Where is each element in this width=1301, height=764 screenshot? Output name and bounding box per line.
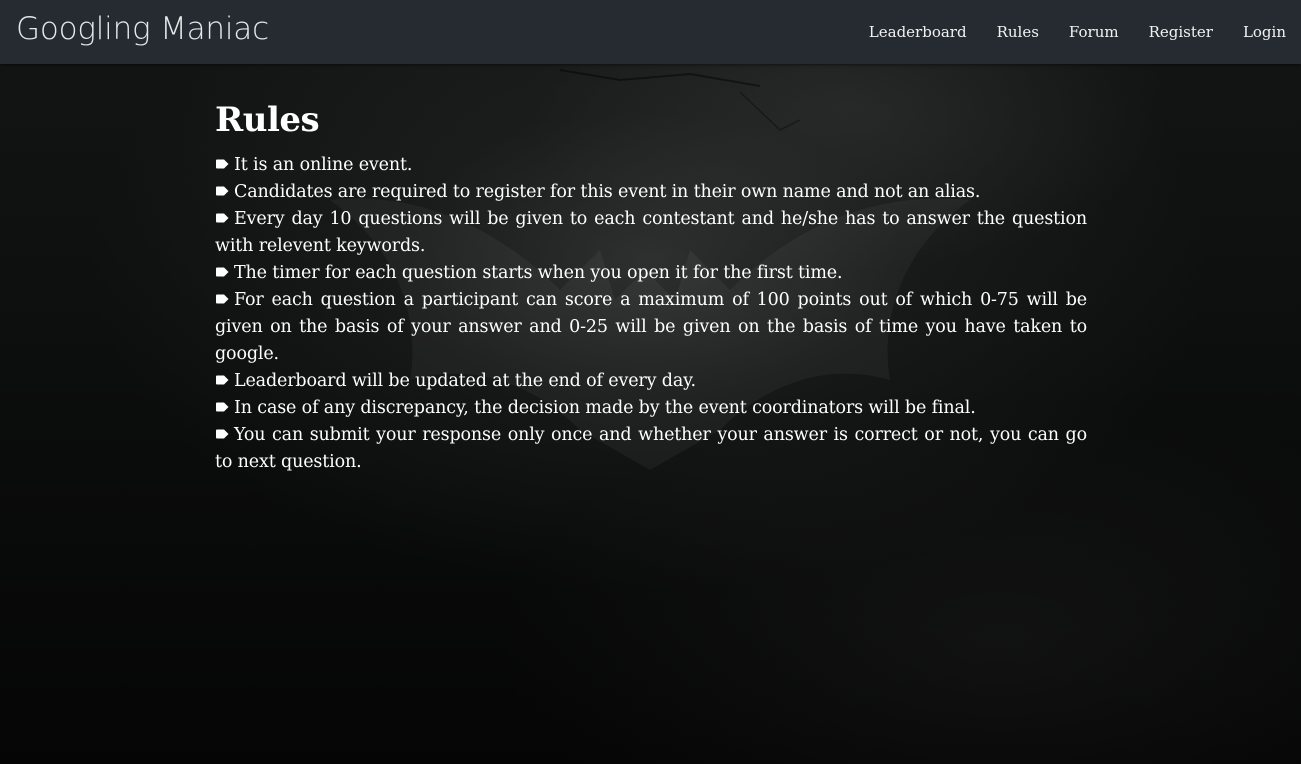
- rules-list: It is an online event. Candidates are re…: [215, 152, 1087, 476]
- nav-link-login[interactable]: Login: [1243, 23, 1286, 41]
- rule-text: Candidates are required to register for …: [234, 182, 981, 202]
- rule-item: You can submit your response only once a…: [215, 422, 1087, 476]
- nav-link-forum[interactable]: Forum: [1069, 23, 1119, 41]
- pointing-tag-icon: [216, 429, 229, 439]
- pointing-tag-icon: [216, 159, 229, 169]
- brand-logo-link[interactable]: Googling Maniac: [16, 11, 269, 47]
- rule-item: It is an online event.: [215, 152, 1087, 179]
- rule-text: Every day 10 questions will be given to …: [215, 209, 1087, 256]
- rules-section: Rules It is an online event. Candidates …: [215, 96, 1087, 476]
- rule-text: You can submit your response only once a…: [215, 425, 1087, 472]
- top-navbar: Googling Maniac Leaderboard Rules Forum …: [0, 0, 1301, 64]
- nav-link-leaderboard[interactable]: Leaderboard: [869, 23, 967, 41]
- rule-item: For each question a participant can scor…: [215, 287, 1087, 368]
- rule-text: It is an online event.: [234, 155, 413, 175]
- rule-text: For each question a participant can scor…: [215, 290, 1087, 364]
- page-title: Rules: [215, 100, 320, 140]
- pointing-tag-icon: [216, 294, 229, 304]
- pointing-tag-icon: [216, 213, 229, 223]
- pointing-tag-icon: [216, 186, 229, 196]
- nav-link-rules[interactable]: Rules: [997, 23, 1039, 41]
- rule-item: In case of any discrepancy, the decision…: [215, 395, 1087, 422]
- nav-link-register[interactable]: Register: [1149, 23, 1213, 41]
- nav-links: Leaderboard Rules Forum Register Login: [869, 0, 1286, 64]
- rule-item: Every day 10 questions will be given to …: [215, 206, 1087, 260]
- pointing-tag-icon: [216, 267, 229, 277]
- rule-text: The timer for each question starts when …: [234, 263, 843, 283]
- pointing-tag-icon: [216, 375, 229, 385]
- rule-text: In case of any discrepancy, the decision…: [234, 398, 976, 418]
- rule-item: The timer for each question starts when …: [215, 260, 1087, 287]
- rule-item: Leaderboard will be updated at the end o…: [215, 368, 1087, 395]
- rule-item: Candidates are required to register for …: [215, 179, 1087, 206]
- pointing-tag-icon: [216, 402, 229, 412]
- rule-text: Leaderboard will be updated at the end o…: [234, 371, 696, 391]
